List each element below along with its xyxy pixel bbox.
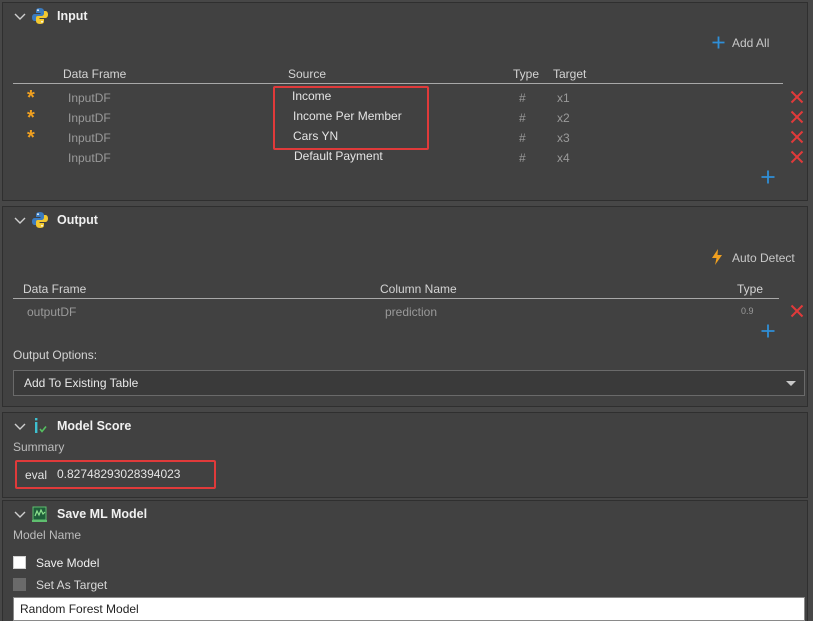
chevron-down-icon[interactable] <box>13 507 27 521</box>
lightning-icon <box>712 249 722 265</box>
save-ml-model-title: Save ML Model <box>57 507 148 521</box>
row-source[interactable]: Default Payment <box>294 149 383 163</box>
add-all-label: Add All <box>732 36 770 50</box>
required-star-icon: * <box>27 87 35 109</box>
required-star-icon: * <box>27 107 35 129</box>
row-target[interactable]: x4 <box>557 151 570 165</box>
score-icon <box>31 417 49 435</box>
python-icon <box>31 211 49 229</box>
python-icon <box>31 7 49 25</box>
row-target[interactable]: x1 <box>557 91 570 105</box>
dropdown-arrow-icon <box>786 381 796 386</box>
row-data-frame: InputDF <box>68 151 111 165</box>
add-row-plus-icon[interactable] <box>761 324 775 338</box>
metric-value: 0.82748293028394023 <box>57 467 181 481</box>
column-header-target: Target <box>553 67 587 81</box>
summary-label: Summary <box>13 440 65 454</box>
model-score-panel: Model Score Summary eval 0.8274829302839… <box>2 412 808 498</box>
model-score-title: Model Score <box>57 419 132 433</box>
row-source[interactable]: Income Per Member <box>293 109 402 123</box>
input-panel: Input Add All Data Frame Source Type Tar… <box>2 2 808 201</box>
delete-row-icon[interactable] <box>790 90 804 104</box>
delete-row-icon[interactable] <box>790 110 804 124</box>
row-data-frame: InputDF <box>68 131 111 145</box>
chevron-down-icon[interactable] <box>13 213 27 227</box>
header-divider <box>13 298 779 299</box>
save-ml-model-panel: Save ML Model Model Name Save Model Set … <box>2 500 808 621</box>
set-as-target-checkbox[interactable] <box>13 578 26 591</box>
row-data-frame: InputDF <box>68 91 111 105</box>
column-header-source: Source <box>288 67 327 81</box>
save-ml-model-header[interactable]: Save ML Model <box>3 501 807 529</box>
row-column-name[interactable]: prediction <box>385 305 437 319</box>
row-source[interactable]: Cars YN <box>293 129 338 143</box>
model-score-header[interactable]: Model Score <box>3 413 807 441</box>
metric-name: eval <box>25 468 48 482</box>
column-header-data-frame: Data Frame <box>63 67 127 81</box>
model-name-label: Model Name <box>13 528 82 542</box>
output-options-label: Output Options: <box>13 348 98 362</box>
plus-icon <box>712 36 725 49</box>
input-panel-header[interactable]: Input <box>3 3 807 31</box>
save-model-label: Save Model <box>36 556 100 570</box>
auto-detect-button[interactable]: Auto Detect <box>711 249 803 267</box>
header-divider <box>13 83 783 84</box>
required-star-icon: * <box>27 127 35 149</box>
ml-model-icon <box>31 505 49 523</box>
output-panel-header[interactable]: Output <box>3 207 807 235</box>
row-type: # <box>519 131 526 145</box>
row-target[interactable]: x2 <box>557 111 570 125</box>
auto-detect-label: Auto Detect <box>732 251 795 265</box>
add-row-plus-icon[interactable] <box>761 170 775 184</box>
row-target[interactable]: x3 <box>557 131 570 145</box>
column-header-type: Type <box>737 282 764 296</box>
row-source[interactable]: Income <box>292 89 331 103</box>
delete-row-icon[interactable] <box>790 130 804 144</box>
output-options-select[interactable]: Add To Existing Table <box>13 370 805 396</box>
save-model-checkbox[interactable] <box>13 556 26 569</box>
input-panel-title: Input <box>57 9 88 23</box>
add-all-button[interactable]: Add All <box>712 35 782 51</box>
delete-row-icon[interactable] <box>790 304 804 318</box>
set-as-target-label: Set As Target <box>36 578 108 592</box>
row-type: # <box>519 151 526 165</box>
row-data-frame: InputDF <box>68 111 111 125</box>
row-type: # <box>519 91 526 105</box>
column-header-column-name: Column Name <box>380 282 457 296</box>
column-header-type: Type <box>513 67 540 81</box>
output-panel-title: Output <box>57 213 98 227</box>
output-options-value: Add To Existing Table <box>24 376 139 390</box>
row-data-frame: outputDF <box>27 305 77 319</box>
chevron-down-icon[interactable] <box>13 9 27 23</box>
delete-row-icon[interactable] <box>790 150 804 164</box>
output-panel: Output Auto Detect Data Frame Column Nam… <box>2 206 808 407</box>
row-type: 0.9 <box>741 306 754 316</box>
chevron-down-icon[interactable] <box>13 419 27 433</box>
set-as-target-checkbox-row[interactable]: Set As Target <box>13 577 133 593</box>
save-model-checkbox-row[interactable]: Save Model <box>13 555 133 571</box>
model-name-value: Random Forest Model <box>20 602 139 616</box>
model-name-input[interactable]: Random Forest Model <box>13 597 805 621</box>
column-header-data-frame: Data Frame <box>23 282 87 296</box>
row-type: # <box>519 111 526 125</box>
